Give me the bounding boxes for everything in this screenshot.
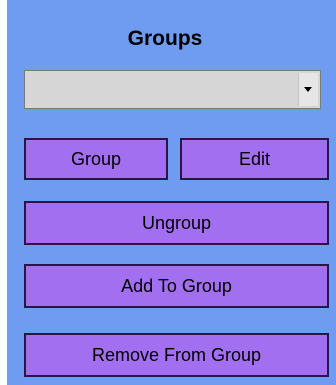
edit-button[interactable]: Edit [180,138,329,180]
dropdown-arrow-icon[interactable] [298,73,318,106]
add-to-group-button[interactable]: Add To Group [24,264,329,308]
group-button[interactable]: Group [24,138,168,180]
groups-title: Groups [127,27,203,50]
groups-panel: Groups Group Edit Ungroup Add To Group R… [7,0,336,385]
group-select-dropdown[interactable] [24,70,321,109]
remove-from-group-button[interactable]: Remove From Group [24,333,329,377]
ungroup-button[interactable]: Ungroup [24,201,329,245]
